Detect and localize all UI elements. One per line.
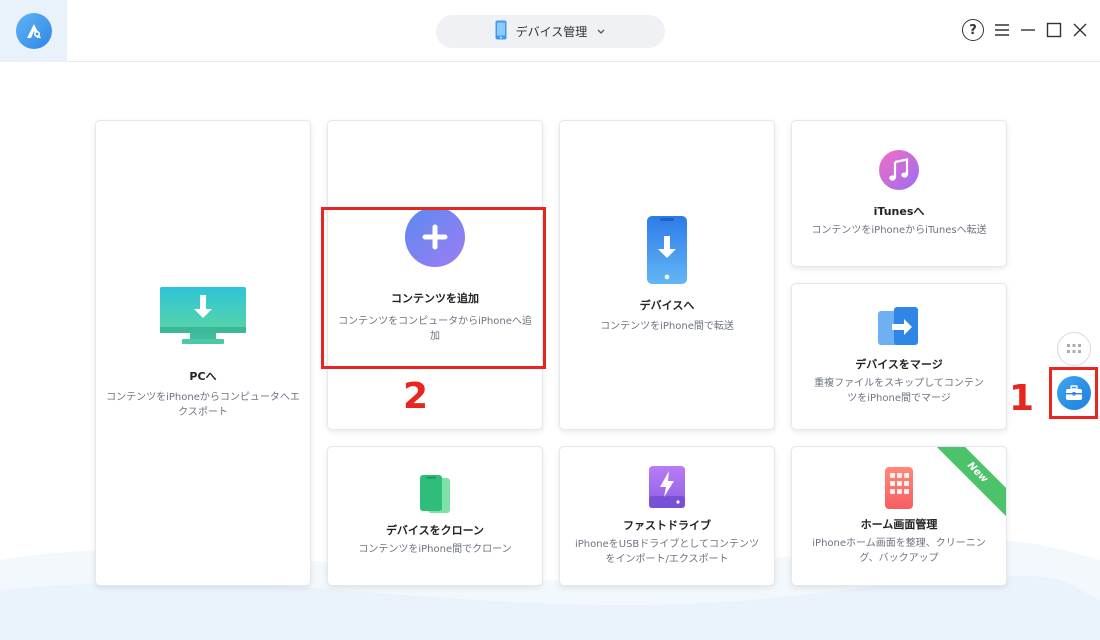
- step-number-1: 1: [1009, 378, 1035, 419]
- help-button[interactable]: ?: [960, 18, 986, 42]
- card-home-screen[interactable]: New ホーム画面管理 iPhoneホーム画面を整理、クリーニング、バックアップ: [791, 446, 1007, 586]
- close-button[interactable]: [1070, 18, 1090, 42]
- title-bar: デバイス管理 ?: [0, 0, 1100, 62]
- card-to-itunes[interactable]: iTunesへ コンテンツをiPhoneからiTunesへ転送: [791, 120, 1007, 267]
- home-screen-icon: [885, 466, 913, 509]
- toolbox-icon: [1066, 385, 1082, 400]
- card-title: デバイスをマージ: [855, 358, 943, 371]
- grid-view-button[interactable]: [1057, 332, 1091, 366]
- card-merge-device[interactable]: デバイスをマージ 重複ファイルをスキップしてコンテンツをiPhone間でマージ: [791, 283, 1007, 430]
- clone-phones-icon: [418, 475, 452, 515]
- maximize-button[interactable]: [1044, 18, 1064, 42]
- new-badge: New: [936, 447, 1006, 517]
- card-title: iTunesへ: [873, 204, 925, 218]
- monitor-download-icon: [160, 286, 246, 347]
- card-title: ファストドライブ: [623, 518, 711, 532]
- card-description: コンテンツをiPhoneからiTunesへ転送: [811, 224, 987, 236]
- device-manager-label: デバイス管理: [515, 25, 588, 39]
- maximize-icon: [1046, 22, 1062, 38]
- menu-icon: [995, 24, 1009, 36]
- card-description: コンテンツをiPhone間でクローン: [358, 544, 512, 555]
- card-description: iPhoneホーム画面を整理、クリーニング、バックアップ: [812, 537, 986, 564]
- card-description: 重複ファイルをスキップしてコンテンツをiPhone間でマージ: [814, 378, 984, 404]
- card-title: PCへ: [189, 369, 217, 383]
- new-badge-label: New: [936, 447, 1006, 517]
- card-to-pc[interactable]: PCへ コンテンツをiPhoneからコンピュータへエクスポート: [95, 120, 311, 586]
- menu-button[interactable]: [992, 18, 1012, 42]
- card-title: コンテンツを追加: [391, 291, 479, 305]
- card-to-device[interactable]: デバイスへ コンテンツをiPhone間で転送: [559, 120, 775, 430]
- card-description: コンテンツをiPhoneからコンピュータへエクスポート: [106, 391, 300, 418]
- card-description: コンテンツをコンピュータからiPhoneへ追加: [338, 315, 532, 342]
- card-add-content[interactable]: コンテンツを追加 コンテンツをコンピュータからiPhoneへ追加: [327, 120, 543, 430]
- grid-icon: [1067, 344, 1081, 353]
- help-icon: ?: [962, 19, 984, 41]
- fast-drive-icon: [648, 465, 686, 508]
- chevron-down-icon: [596, 25, 606, 39]
- card-title: デバイスへ: [639, 299, 695, 312]
- minimize-button[interactable]: [1018, 18, 1038, 42]
- card-clone-device[interactable]: デバイスをクローン コンテンツをiPhone間でクローン: [327, 446, 543, 586]
- card-description: コンテンツをiPhone間で転送: [600, 321, 734, 332]
- itunes-icon: [879, 149, 919, 190]
- merge-phones-icon: [878, 307, 920, 347]
- card-fast-drive[interactable]: ファストドライブ iPhoneをUSBドライブとしてコンテンツをインポート/エク…: [559, 446, 775, 586]
- phone-icon: [495, 20, 507, 43]
- device-manager-dropdown[interactable]: デバイス管理: [436, 15, 665, 48]
- logo-area: [0, 0, 67, 62]
- add-content-icon: [405, 206, 465, 267]
- close-icon: [1073, 23, 1087, 37]
- phone-download-icon: [647, 216, 687, 284]
- app-logo-icon: [15, 13, 52, 49]
- card-description: iPhoneをUSBドライブとしてコンテンツをインポート/エクスポート: [575, 538, 759, 565]
- card-title: デバイスをクローン: [385, 524, 485, 537]
- minimize-icon: [1021, 29, 1035, 31]
- window-controls: ?: [960, 18, 1090, 42]
- toolbox-button[interactable]: [1057, 376, 1091, 410]
- step-number-2: 2: [403, 376, 429, 417]
- card-title: ホーム画面管理: [860, 517, 938, 531]
